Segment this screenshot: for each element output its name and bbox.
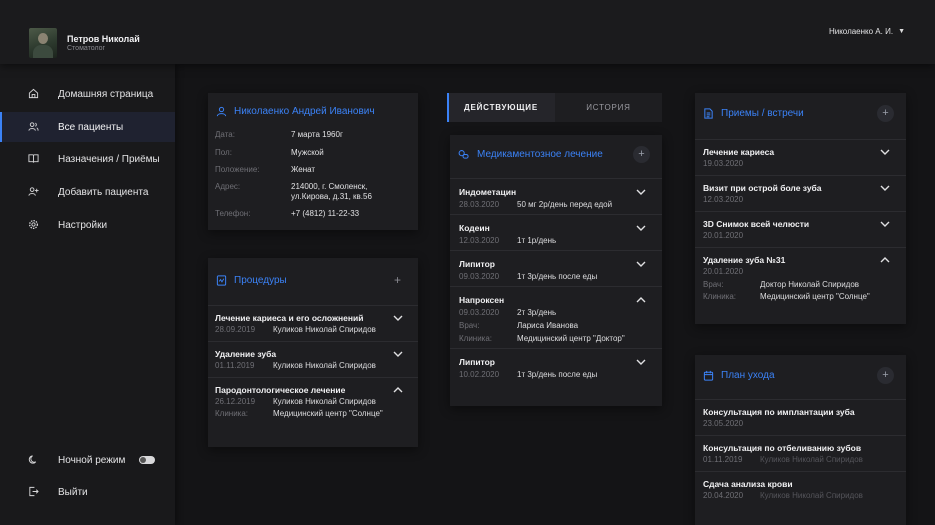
procedure-item[interactable]: Лечение кариеса и его осложнений 28.09.2… bbox=[208, 305, 418, 340]
appointments-card: Приемы / встречи + Лечение кариеса 19.03… bbox=[695, 93, 906, 324]
care-plan-title: План ухода bbox=[721, 370, 775, 381]
care-plan-item[interactable]: Сдача анализа крови 20.04.2020 Куликов Н… bbox=[695, 471, 906, 506]
care-plan-item[interactable]: Консультация по отбеливанию зубов 01.11.… bbox=[695, 435, 906, 470]
sidebar-item-label: Назначения / Приёмы bbox=[58, 153, 160, 165]
chevron-down-icon[interactable] bbox=[636, 225, 646, 231]
medications-card: Медикаментозное лечение + Индометацин 28… bbox=[450, 135, 662, 406]
patient-info-card: Николаенко Андрей Иванович Дата: 7 марта … bbox=[208, 93, 418, 230]
sidebar: Домашняя страница Все пациенты Назначени… bbox=[0, 64, 175, 525]
logout-label: Выйти bbox=[58, 486, 88, 498]
sidebar-item-label: Настройки bbox=[58, 219, 108, 231]
patient-field-address: Адрес: 214000, г. Смоленск, ул.Кирова, д.… bbox=[215, 182, 372, 201]
calendar-icon bbox=[703, 370, 714, 381]
account-label: Николаенко А. И. bbox=[828, 27, 894, 36]
medication-tabs: ДЕЙСТВУЮЩИЕ ИСТОРИЯ bbox=[447, 93, 662, 122]
add-appointment-button[interactable]: + bbox=[877, 105, 894, 122]
procedures-title: Процедуры bbox=[234, 275, 287, 286]
chevron-down-icon[interactable] bbox=[636, 189, 646, 195]
appointment-item[interactable]: Лечение кариеса 19.03.2020 bbox=[695, 139, 906, 174]
chevron-down-icon[interactable] bbox=[393, 351, 403, 357]
user-icon bbox=[216, 106, 227, 117]
chevron-up-icon[interactable] bbox=[393, 387, 403, 393]
sidebar-item-label: Добавить пациента bbox=[58, 186, 149, 198]
patient-field-phone: Телефон: +7 (4812) 11-22-33 bbox=[215, 209, 360, 218]
home-icon bbox=[28, 88, 39, 99]
medication-item[interactable]: Липитор 10.02.2020 1т 3р/день после еды bbox=[450, 348, 662, 383]
sidebar-item-label: Домашняя страница bbox=[58, 88, 154, 100]
sidebar-item-add-patient[interactable]: Добавить пациента bbox=[0, 177, 175, 207]
logout-icon bbox=[29, 486, 39, 497]
chevron-down-icon[interactable] bbox=[636, 359, 646, 365]
add-care-plan-button[interactable]: + bbox=[877, 367, 894, 384]
night-mode-row: Ночной режим bbox=[0, 445, 175, 475]
avatar[interactable] bbox=[29, 28, 57, 58]
appointment-item-expanded[interactable]: Удаление зуба №31 20.01.2020 Врач: Докто… bbox=[695, 247, 906, 307]
top-bar: Петров Николай Стоматолог Николаенко А. … bbox=[0, 0, 935, 64]
sidebar-item-settings[interactable]: Настройки bbox=[0, 210, 175, 240]
users-icon bbox=[28, 122, 39, 131]
chevron-up-icon[interactable] bbox=[880, 257, 890, 263]
add-user-icon bbox=[28, 187, 39, 196]
user-name: Петров Николай bbox=[67, 34, 140, 44]
patient-field-sex: Пол: Мужской bbox=[215, 148, 324, 157]
patient-name: Николаенко Андрей Иванович bbox=[234, 106, 375, 117]
chevron-down-icon[interactable] bbox=[393, 315, 403, 321]
gear-icon bbox=[29, 220, 38, 229]
chevron-down-icon[interactable] bbox=[880, 185, 890, 191]
sidebar-item-home[interactable]: Домашняя страница bbox=[0, 79, 175, 109]
appointment-item[interactable]: 3D Снимок всей челюсти 20.01.2020 bbox=[695, 211, 906, 246]
user-role: Стоматолог bbox=[67, 45, 106, 52]
tab-history[interactable]: ИСТОРИЯ bbox=[555, 93, 662, 122]
pills-icon bbox=[458, 150, 469, 159]
chevron-down-icon[interactable] bbox=[636, 261, 646, 267]
document-icon bbox=[704, 108, 713, 119]
add-procedure-button[interactable]: + bbox=[394, 273, 401, 287]
appointment-item[interactable]: Визит при острой боле зуба 12.03.2020 bbox=[695, 175, 906, 210]
account-menu[interactable]: Николаенко А. И. ▼ bbox=[829, 27, 905, 36]
sidebar-item-appointments[interactable]: Назначения / Приёмы bbox=[0, 144, 175, 174]
chevron-down-icon[interactable] bbox=[880, 221, 890, 227]
patient-field-dob: Дата: 7 марта 1960г bbox=[215, 130, 343, 139]
moon-icon bbox=[28, 455, 37, 464]
medication-item[interactable]: Кодеин 12.03.2020 1т 1р/день bbox=[450, 214, 662, 249]
appointments-title: Приемы / встречи bbox=[721, 108, 804, 119]
chevron-down-icon[interactable] bbox=[880, 149, 890, 155]
tab-active[interactable]: ДЕЙСТВУЮЩИЕ bbox=[447, 93, 555, 122]
procedures-card: Процедуры + Лечение кариеса и его осложн… bbox=[208, 258, 418, 447]
logout-button[interactable]: Выйти bbox=[0, 477, 175, 507]
caret-down-icon: ▼ bbox=[898, 28, 905, 35]
medication-item[interactable]: Индометацин 28.03.2020 50 мг 2р/день пер… bbox=[450, 178, 662, 213]
night-mode-label: Ночной режим bbox=[58, 454, 126, 466]
book-icon bbox=[28, 154, 39, 163]
medication-item-expanded[interactable]: Напроксен 09.03.2020 2т 3р/день Врач: Ла… bbox=[450, 286, 662, 347]
patient-field-status: Положение: Женат bbox=[215, 165, 316, 174]
procedure-item-expanded[interactable]: Пародонтологическое лечение 26.12.2019 К… bbox=[208, 377, 418, 427]
night-mode-toggle[interactable] bbox=[139, 456, 155, 464]
care-plan-item[interactable]: Консультация по имплантации зуба 23.05.2… bbox=[695, 399, 906, 434]
add-medication-button[interactable]: + bbox=[633, 146, 650, 163]
procedure-item[interactable]: Удаление зуба 01.11.2019 Куликов Николай… bbox=[208, 341, 418, 376]
sidebar-item-label: Все пациенты bbox=[58, 121, 124, 133]
chevron-up-icon[interactable] bbox=[636, 297, 646, 303]
care-plan-card: План ухода + Консультация по имплантации… bbox=[695, 355, 906, 525]
medication-item[interactable]: Липитор 09.03.2020 1т 3р/день после еды bbox=[450, 250, 662, 285]
medications-title: Медикаментозное лечение bbox=[477, 149, 603, 160]
procedure-icon bbox=[216, 275, 227, 286]
sidebar-item-patients[interactable]: Все пациенты bbox=[0, 112, 175, 142]
